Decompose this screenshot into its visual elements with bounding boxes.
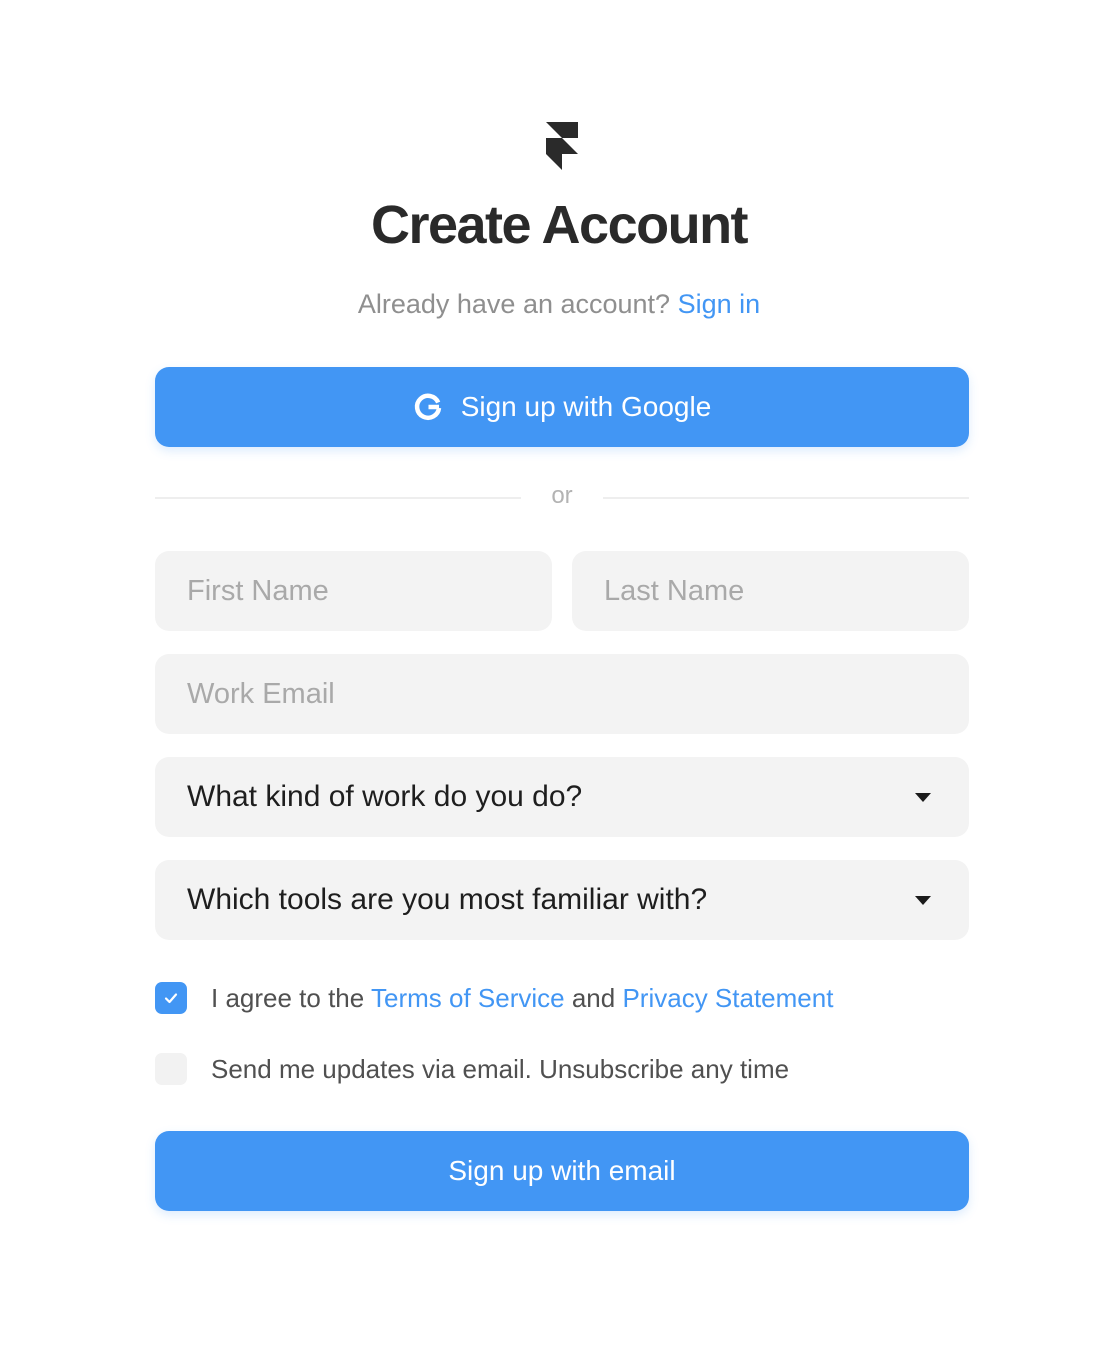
last-name-field[interactable]: [572, 551, 969, 631]
tools-select-value: Which tools are you most familiar with?: [187, 883, 708, 916]
privacy-statement-link[interactable]: Privacy Statement: [622, 983, 833, 1013]
terms-prefix: I agree to the: [211, 982, 365, 1013]
caret-down-icon: [915, 792, 931, 802]
terms-and: and: [571, 982, 616, 1013]
email-updates-row: Send me updates via email. Unsubscribe a…: [155, 1052, 789, 1086]
terms-consent-row: I agree to the Terms of Service and Priv…: [155, 981, 833, 1015]
email-signup-button[interactable]: Sign up with email: [155, 1131, 969, 1211]
last-name-input[interactable]: [604, 574, 937, 608]
signin-prompt-text: Already have an account?: [357, 289, 671, 319]
first-name-input[interactable]: [187, 574, 520, 608]
google-g-icon: [413, 392, 443, 422]
google-signup-label: Sign up with Google: [460, 391, 712, 422]
work-kind-select-value: What kind of work do you do?: [187, 780, 583, 813]
email-updates-checkbox[interactable]: [155, 1053, 187, 1085]
terms-of-service-link[interactable]: Terms of Service: [371, 983, 565, 1013]
first-name-field[interactable]: [155, 551, 552, 631]
work-kind-select[interactable]: What kind of work do you do?: [155, 757, 969, 837]
tools-select[interactable]: Which tools are you most familiar with?: [155, 860, 969, 940]
caret-down-icon: [915, 895, 931, 905]
divider-line-left: [155, 497, 521, 499]
work-email-field[interactable]: [155, 654, 969, 734]
divider-or: or: [551, 482, 573, 509]
framer-logo-icon: [545, 122, 579, 170]
signin-prompt: Already have an account? Sign in: [0, 284, 1118, 324]
signin-link[interactable]: Sign in: [678, 289, 761, 319]
page-title: Create Account: [370, 195, 749, 255]
google-signup-button[interactable]: Sign up with Google: [155, 367, 969, 447]
email-signup-label: Sign up with email: [448, 1155, 676, 1186]
terms-checkbox[interactable]: [155, 982, 187, 1014]
work-email-input[interactable]: [187, 677, 937, 711]
terms-label: I agree to the Terms of Service and Priv…: [211, 983, 833, 1014]
divider-line-right: [603, 497, 969, 499]
checkmark-icon: [164, 993, 178, 1004]
email-updates-label: Send me updates via email. Unsubscribe a…: [211, 1053, 790, 1084]
